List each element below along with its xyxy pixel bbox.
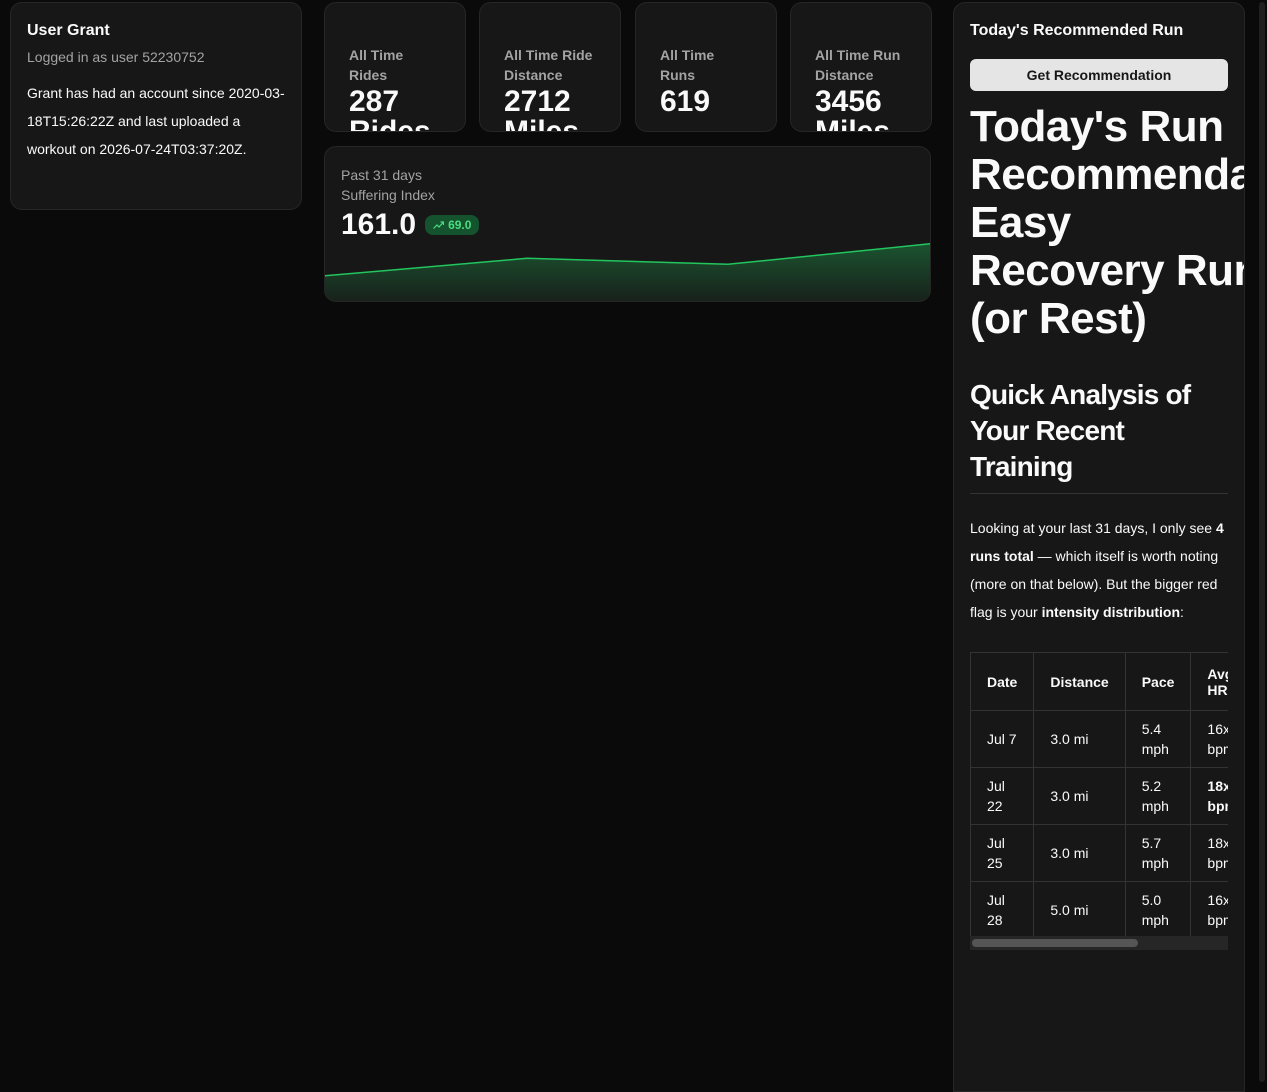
delta-value: 69.0 bbox=[448, 218, 472, 232]
table-horizontal-scrollbar[interactable] bbox=[970, 936, 1228, 950]
stat-value: 619 bbox=[660, 85, 711, 118]
metric-value: 161.0 bbox=[341, 208, 417, 241]
stat-value: 2712 Miles bbox=[504, 85, 580, 132]
cell-avg-hr: 18x bpm bbox=[1190, 824, 1228, 882]
recent-runs-table: Date Distance Pace Avg HR Jul 7 3.0 mi 5… bbox=[970, 652, 1228, 939]
cell-distance: 3.0 mi bbox=[1033, 710, 1126, 768]
metric-label: Suffering Index bbox=[341, 187, 435, 203]
scrollbar-thumb[interactable] bbox=[972, 939, 1138, 947]
cell-date: Jul 25 bbox=[970, 824, 1035, 882]
cell-avg-hr: 18x bpm bbox=[1190, 767, 1228, 825]
cell-date: Jul 22 bbox=[970, 767, 1035, 825]
page-scrollbar-thumb[interactable] bbox=[1259, 2, 1265, 1082]
stat-card-ride-distance: All Time Ride Distance 2712 Miles bbox=[479, 2, 621, 132]
cell-pace: 5.4 mph bbox=[1124, 710, 1192, 768]
recommendation-headline: Today's Run Recommendation: Easy Recover… bbox=[970, 102, 1244, 343]
stat-value: 287 Rides bbox=[349, 85, 431, 132]
table-row: Jul 25 3.0 mi 5.7 mph 18x bpm bbox=[970, 824, 1228, 882]
account-description: Grant has had an account since 2020-03-1… bbox=[27, 85, 285, 157]
analysis-heading: Quick Analysis of Your Recent Training bbox=[970, 377, 1228, 494]
stat-label: All Time Run Distance bbox=[815, 47, 901, 83]
page-scrollbar[interactable] bbox=[1257, 0, 1267, 1088]
stat-card-rides: All Time Rides 287 Rides bbox=[324, 2, 466, 132]
header-avg-hr: Avg HR bbox=[1190, 652, 1228, 711]
panel-title: Today's Recommended Run bbox=[970, 22, 1184, 39]
cell-distance: 3.0 mi bbox=[1033, 767, 1126, 825]
recommendation-panel[interactable]: Today's Recommended Run Get Recommendati… bbox=[953, 2, 1245, 1092]
cell-distance: 5.0 mi bbox=[1033, 881, 1126, 939]
user-title: User Grant bbox=[27, 22, 110, 39]
cell-avg-hr: 16x bpm bbox=[1190, 710, 1228, 768]
table-row: Jul 28 5.0 mi 5.0 mph 16x bpm bbox=[970, 881, 1228, 939]
cell-date: Jul 28 bbox=[970, 881, 1035, 939]
stat-value: 3456 Miles bbox=[815, 85, 891, 132]
cell-pace: 5.2 mph bbox=[1124, 767, 1192, 825]
cell-pace: 5.0 mph bbox=[1124, 881, 1192, 939]
cell-date: Jul 7 bbox=[970, 710, 1035, 768]
table-header-row: Date Distance Pace Avg HR bbox=[970, 652, 1228, 711]
stat-label: All Time Ride Distance bbox=[504, 47, 593, 83]
table-row: Jul 22 3.0 mi 5.2 mph 18x bpm bbox=[970, 767, 1228, 825]
cell-avg-hr: 16x bpm bbox=[1190, 881, 1228, 939]
stat-label: All Time Runs bbox=[660, 47, 715, 83]
chart-period: Past 31 days bbox=[341, 167, 422, 183]
stat-label: All Time Rides bbox=[349, 47, 404, 83]
stat-card-runs: All Time Runs 619 bbox=[635, 2, 777, 132]
analysis-paragraph: Looking at your last 31 days, I only see… bbox=[970, 520, 1224, 620]
suffering-index-card: Past 31 days Suffering Index 161.0 69.0 bbox=[324, 146, 931, 302]
stat-card-run-distance: All Time Run Distance 3456 Miles bbox=[790, 2, 932, 132]
cell-distance: 3.0 mi bbox=[1033, 824, 1126, 882]
user-card: User Grant Logged in as user 52230752 Gr… bbox=[10, 2, 302, 210]
cell-pace: 5.7 mph bbox=[1124, 824, 1192, 882]
delta-badge: 69.0 bbox=[425, 215, 480, 235]
trending-up-icon bbox=[433, 221, 445, 229]
table-row: Jul 7 3.0 mi 5.4 mph 16x bpm bbox=[970, 710, 1228, 768]
header-date: Date bbox=[970, 652, 1035, 711]
get-recommendation-button[interactable]: Get Recommendation bbox=[970, 59, 1228, 91]
header-distance: Distance bbox=[1033, 652, 1126, 711]
runs-table-scroll[interactable]: Date Distance Pace Avg HR Jul 7 3.0 mi 5… bbox=[970, 652, 1228, 952]
header-pace: Pace bbox=[1124, 652, 1192, 711]
logged-in-text: Logged in as user 52230752 bbox=[27, 49, 205, 65]
